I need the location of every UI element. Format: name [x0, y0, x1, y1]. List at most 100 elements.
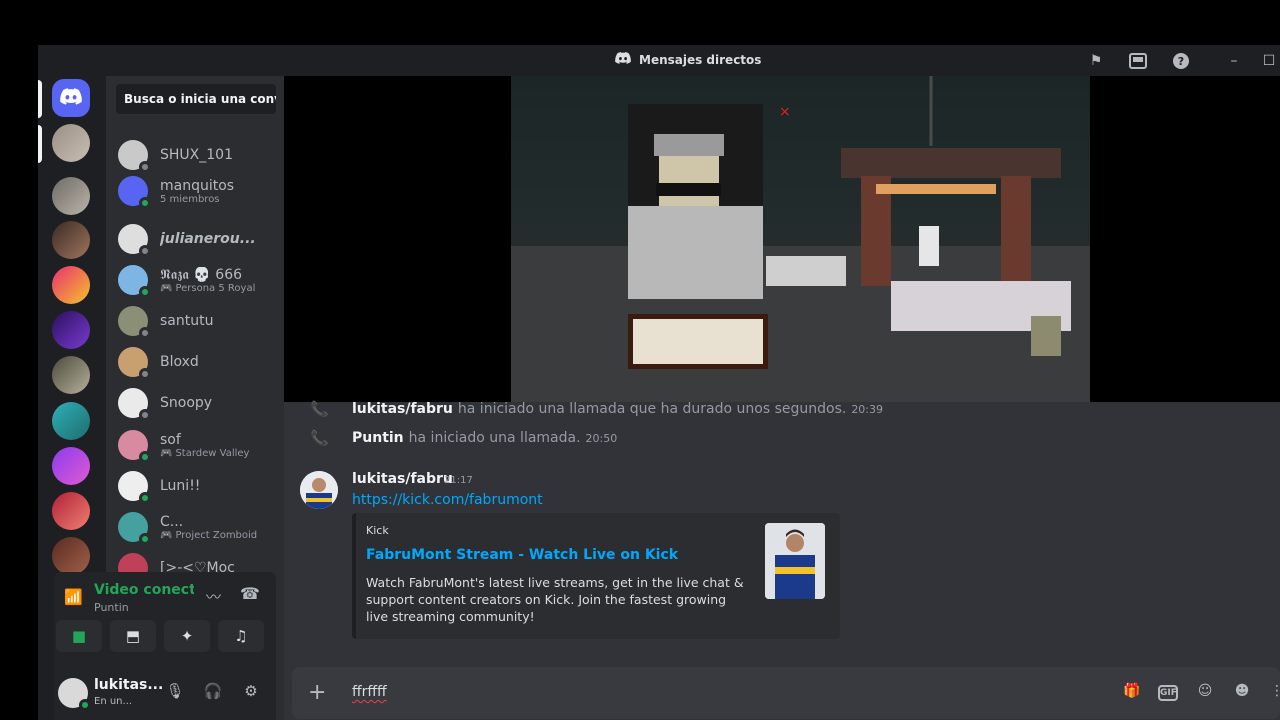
embed-title[interactable]: FabruMont Stream - Watch Live on Kick [366, 547, 678, 563]
dm-subtitle: 5 miembros [160, 193, 220, 205]
message-author[interactable]: lukitas/fabru [352, 401, 453, 417]
window-title: Mensajes directos [615, 52, 761, 67]
gamepad-icon: 🎮 [160, 529, 173, 541]
server-icon[interactable] [52, 311, 90, 349]
activities-button[interactable]: ✦ [164, 620, 210, 652]
game-screen-share[interactable]: × [511, 76, 1090, 402]
timestamp: 20:50 [585, 431, 618, 445]
message-link[interactable]: https://kick.com/fabrumont [352, 492, 543, 508]
avatar [118, 265, 151, 298]
avatar [118, 512, 151, 545]
soundboard-button[interactable]: ♫ [218, 620, 264, 652]
phone-icon: 📞 [310, 400, 329, 418]
embed-provider[interactable]: Kick [366, 524, 389, 537]
server-icon[interactable] [52, 177, 90, 215]
dm-item[interactable]: sof 🎮 Stardew Valley [118, 425, 278, 465]
server-icon[interactable] [52, 356, 90, 394]
avatar[interactable] [300, 471, 338, 509]
maximize-icon[interactable]: ☐ [1259, 51, 1279, 71]
dm-name: SHUX_101 [160, 147, 233, 163]
svg-text:?: ? [1178, 55, 1184, 68]
voice-channel[interactable]: Puntin [94, 601, 129, 614]
server-icon[interactable] [52, 221, 90, 259]
dm-item[interactable]: Bloxd [118, 342, 278, 382]
avatar [118, 224, 151, 257]
call-log-message: 📞 lukitas/fabru ha iniciado una llamada … [310, 398, 883, 420]
activities-icon: ✦ [180, 627, 194, 645]
gift-icon[interactable]: 🎁 [1122, 683, 1142, 703]
dm-item[interactable]: 𝕹𝖆𝖟𝖆 💀 666 🎮 Persona 5 Royal [118, 260, 278, 300]
apps-icon[interactable]: ⋮ [1267, 683, 1280, 703]
camera-button[interactable]: ■ [56, 620, 102, 652]
gif-icon[interactable]: GIF [1158, 685, 1178, 701]
sticker-icon[interactable]: ☺ [1195, 683, 1215, 703]
microphone-icon[interactable]: 🎙 [164, 682, 186, 704]
server-icon[interactable] [52, 447, 90, 485]
headphones-icon[interactable]: 🎧 [202, 682, 224, 704]
dm-subtitle: Project Zomboid [175, 529, 258, 541]
noise-suppression-icon[interactable]: 〰 [206, 586, 221, 607]
server-icon[interactable] [52, 266, 90, 304]
voice-panel: 📶 Video conectado Puntin 〰 ☎ ■ ⬒ ✦ ♫ [54, 572, 276, 662]
unread-indicator [38, 125, 42, 163]
embed-thumbnail[interactable] [765, 523, 825, 599]
gamepad-icon: 🎮 [160, 447, 173, 459]
svg-text:×: × [779, 104, 791, 120]
signal-icon[interactable]: 📶 [64, 588, 83, 606]
help-icon[interactable]: ? [1171, 51, 1191, 71]
avatar [118, 176, 151, 209]
discord-logo-icon [60, 87, 82, 109]
dm-name: julianerou... [160, 231, 256, 247]
avatar [118, 140, 151, 173]
user-panel: lukitas... En un... 🎙 🎧 ⚙ [54, 662, 276, 720]
minimize-icon[interactable]: – [1224, 51, 1244, 71]
user-status: En un... [94, 696, 133, 707]
add-attachment-icon[interactable]: + [308, 680, 326, 705]
message-text: ha iniciado una llamada que ha durado un… [457, 401, 847, 417]
dm-item[interactable]: C... 🎮 Project Zomboid [118, 507, 278, 547]
title-bar: Mensajes directos ⚑ ? – ☐ [38, 45, 1280, 76]
link-embed: Kick FabruMont Stream - Watch Live on Ki… [352, 513, 840, 639]
dm-item[interactable]: Luni!! [118, 466, 278, 506]
camera-icon: ■ [71, 627, 87, 645]
dm-name: Snoopy [160, 395, 213, 411]
settings-gear-icon[interactable]: ⚙ [240, 682, 262, 704]
call-log-message: 📞 Puntin ha iniciado una llamada. 20:50 [310, 427, 617, 449]
screen-share-button[interactable]: ⬒ [110, 620, 156, 652]
message-text: ha iniciado una llamada. [408, 430, 581, 446]
dm-item[interactable]: SHUX_101 [118, 135, 278, 175]
message-author[interactable]: Puntin [352, 430, 404, 446]
message-input[interactable]: ffrffff [352, 684, 387, 700]
voice-status[interactable]: Video conectado [94, 582, 194, 598]
window-title-text: Mensajes directos [639, 52, 762, 67]
disconnect-icon[interactable]: ☎ [240, 584, 260, 603]
dm-name: manquitos [160, 177, 235, 194]
flag-icon[interactable]: ⚑ [1086, 51, 1106, 71]
message-author[interactable]: lukitas/fabru [352, 471, 453, 487]
dm-item[interactable]: Snoopy [118, 383, 278, 423]
active-indicator [38, 80, 42, 118]
dm-item[interactable]: santutu [118, 301, 278, 341]
server-icon[interactable] [52, 537, 90, 575]
timestamp: 21:17 [444, 475, 473, 486]
user-name[interactable]: lukitas... [94, 677, 163, 693]
dm-name: Bloxd [160, 354, 199, 370]
server-icon[interactable] [52, 402, 90, 440]
server-icon[interactable] [52, 492, 90, 530]
inbox-icon[interactable] [1128, 51, 1148, 71]
gamepad-icon: 🎮 [160, 282, 173, 294]
discord-logo-icon [615, 52, 631, 67]
dm-subtitle: Persona 5 Royal [175, 282, 256, 294]
search-input[interactable]: Busca o inicia una conv... [116, 84, 276, 114]
server-icon[interactable] [52, 124, 90, 162]
video-stream[interactable]: × [284, 76, 1280, 402]
dm-item[interactable]: manquitos 5 miembros [118, 171, 278, 211]
dm-name: 𝕹𝖆𝖟𝖆 💀 666 [160, 266, 243, 283]
dm-name: sof [160, 431, 181, 448]
message-composer[interactable]: + ffrffff 🎁 GIF ☺ ☻ ⋮ [292, 667, 1280, 719]
home-button[interactable] [52, 79, 90, 117]
emoji-icon[interactable]: ☻ [1232, 683, 1252, 703]
screen-share-icon: ⬒ [125, 627, 141, 645]
avatar [118, 306, 151, 339]
dm-item[interactable]: julianerou... [118, 219, 278, 259]
